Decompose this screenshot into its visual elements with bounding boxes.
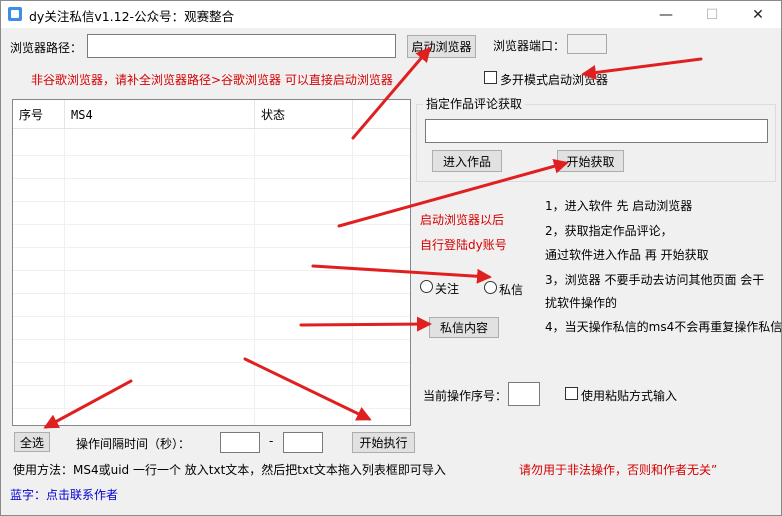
title-bar: dy关注私信v1.12-公众号：观赛整合 — ☐ ✕ (1, 1, 781, 28)
column-header-status[interactable]: 状态 (255, 100, 353, 129)
current-index-input[interactable] (508, 382, 540, 406)
interval-from-input[interactable] (220, 432, 260, 453)
column-header-ms4[interactable]: MS4 (65, 100, 255, 129)
grid-line (352, 129, 353, 425)
grid-line (13, 155, 410, 156)
message-label: 私信 (499, 283, 524, 297)
login-hint-line2: 自行登陆dy账号 (420, 238, 507, 252)
comments-group-title: 指定作品评论获取 (423, 95, 526, 112)
browser-path-input[interactable] (87, 34, 396, 58)
instruction-line: 4，当天操作私信的ms4不会再重复操作私信 (545, 320, 782, 334)
grid-line (13, 408, 410, 409)
instruction-line: 扰软件操作的 (545, 296, 618, 310)
grid-line (13, 247, 410, 248)
grid-line (13, 362, 410, 363)
minimize-button[interactable]: — (643, 1, 689, 28)
paste-input-checkbox[interactable] (565, 387, 578, 400)
app-icon (8, 7, 22, 21)
browser-port-label: 浏览器端口： (493, 39, 566, 53)
grid-line (64, 129, 65, 425)
follow-radio[interactable] (420, 280, 433, 293)
login-hint-line1: 启动浏览器以后 (420, 213, 505, 227)
grid-line (13, 339, 410, 340)
grid-line (254, 129, 255, 425)
interval-to-input[interactable] (283, 432, 323, 453)
grid-line (13, 385, 410, 386)
browser-hint: 非谷歌浏览器，请补全浏览器路径>谷歌浏览器 可以直接启动浏览器 (31, 73, 393, 87)
multi-instance-checkbox[interactable] (484, 71, 497, 84)
enter-work-button[interactable]: 进入作品 (432, 150, 502, 172)
usage-text: 使用方法：MS4或uid 一行一个 放入txt文本，然后把txt文本拖入列表框即… (13, 463, 446, 477)
interval-dash: - (269, 434, 274, 448)
start-fetch-button[interactable]: 开始获取 (557, 150, 624, 172)
work-url-input[interactable] (425, 119, 768, 143)
grid-line (13, 270, 410, 271)
start-execute-button[interactable]: 开始执行 (352, 432, 415, 453)
grid-line (13, 293, 410, 294)
grid-line (13, 316, 410, 317)
grid-line (13, 178, 410, 179)
select-all-button[interactable]: 全选 (14, 432, 50, 452)
contact-author-link[interactable]: 蓝字：点击联系作者 (10, 486, 118, 503)
follow-label: 关注 (435, 282, 460, 296)
browser-path-label: 浏览器路径： (10, 41, 83, 55)
column-header-index[interactable]: 序号 (13, 100, 65, 129)
message-content-button[interactable]: 私信内容 (429, 317, 499, 338)
browser-port-input[interactable] (567, 34, 607, 54)
instruction-line: 通过软件进入作品 再 开始获取 (545, 248, 709, 262)
instruction-line: 3，浏览器 不要手动去访问其他页面 会干 (545, 273, 765, 287)
paste-input-label: 使用粘贴方式输入 (581, 389, 678, 403)
interval-label: 操作间隔时间（秒）： (76, 437, 191, 451)
current-index-label: 当前操作序号： (423, 389, 508, 403)
message-radio[interactable] (484, 281, 497, 294)
window-title: dy关注私信v1.12-公众号：观赛整合 (29, 9, 235, 24)
warning-text: 请勿用于非法操作，否则和作者无关” (519, 463, 718, 477)
instruction-line: 1，进入软件 先 启动浏览器 (545, 199, 693, 213)
instruction-line: 2，获取指定作品评论， (545, 224, 673, 238)
multi-instance-label: 多开模式启动浏览器 (500, 73, 609, 87)
maximize-button[interactable]: ☐ (689, 1, 735, 28)
grid-line (13, 201, 410, 202)
close-button[interactable]: ✕ (735, 1, 781, 28)
account-list[interactable]: 序号 MS4 状态 (12, 99, 411, 426)
start-browser-button[interactable]: 启动浏览器 (407, 35, 476, 58)
main-window: dy关注私信v1.12-公众号：观赛整合 — ☐ ✕ 浏览器路径： 启动浏览器 … (0, 0, 782, 516)
list-header: 序号 MS4 状态 (13, 100, 410, 129)
grid-line (13, 224, 410, 225)
